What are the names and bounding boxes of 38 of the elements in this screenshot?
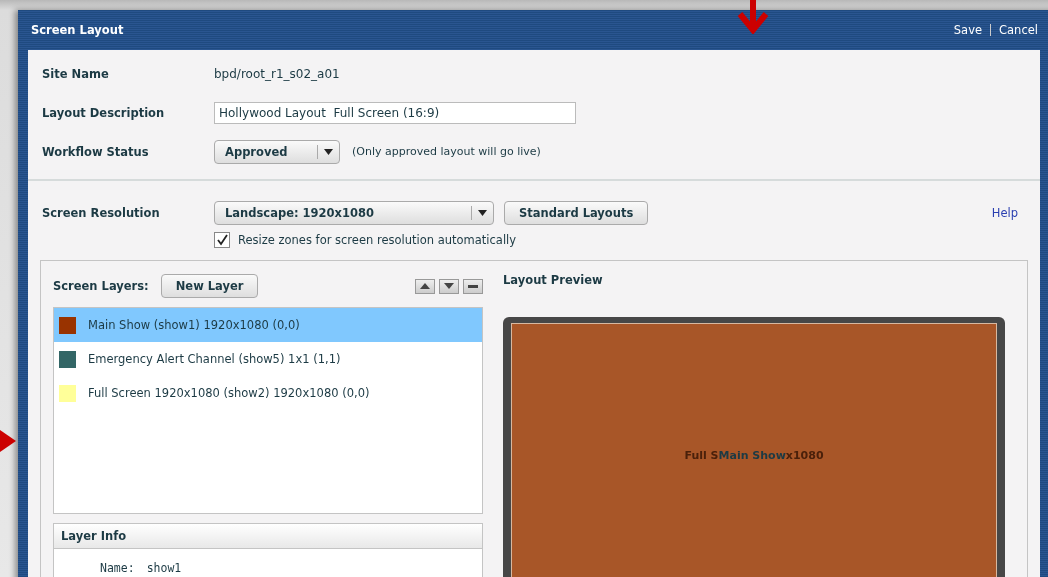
checkbox-label: Resize zones for screen resolution automatically <box>238 233 517 247</box>
window-title: Screen Layout <box>31 23 124 37</box>
name-value: show1 <box>146 561 182 575</box>
field-label: Layout Description <box>42 105 166 120</box>
caret-icon <box>324 148 333 155</box>
layer-label: Full Screen 1920x1080 (show2) 1920x1080 (0,0) <box>88 386 370 400</box>
layer-label: Emergency Alert Channel (show5) 1x1 (1,1) <box>88 352 341 366</box>
move-up-icon[interactable] <box>415 278 435 294</box>
field-label: Name: <box>100 561 135 575</box>
layers-label: Screen Layers: <box>53 279 149 293</box>
zone-label: Main Show <box>718 449 786 463</box>
help-link[interactable]: Help <box>991 205 1018 220</box>
caret-icon <box>478 209 487 216</box>
zone-label: Full S <box>684 449 719 463</box>
field-label: Workflow Status <box>42 144 150 159</box>
site-name-value: bpd/root_r1_s02_a01 <box>214 66 340 81</box>
zone-label: x1080 <box>785 449 824 463</box>
down-arrow-icon <box>736 0 770 34</box>
standard-layouts-button[interactable]: Standard Layouts <box>504 200 649 225</box>
description-input-field[interactable]: Hollywood Layout Full Screen (16:9) <box>214 101 576 124</box>
layer-item[interactable]: Main Show (show1) 1920x1080 (0,0) <box>54 308 482 342</box>
preview-title: Layout Preview <box>503 273 604 289</box>
move-down-icon[interactable] <box>439 278 459 294</box>
layer-item[interactable]: Emergency Alert Channel (show5) 1x1 (1,1) <box>54 342 482 376</box>
field-label: Screen Resolution <box>42 205 161 220</box>
layer-info-header: Layer Info <box>54 524 482 549</box>
new-layer-button[interactable]: New Layer <box>160 274 259 298</box>
field-label: Site Name <box>42 66 110 81</box>
layer-label: Main Show (show1) 1920x1080 (0,0) <box>88 318 300 332</box>
layer-item[interactable]: Full Screen 1920x1080 (show2) 1920x1080 (0,0) <box>54 376 482 410</box>
resolution-dropdown[interactable]: Landscape: 1920x1080 <box>214 200 494 225</box>
title-action-link[interactable]: Cancel <box>999 23 1038 37</box>
right-arrow-icon <box>0 430 16 452</box>
status-note: (Only approved layout will go live) <box>352 145 541 158</box>
remove-icon[interactable] <box>463 278 483 294</box>
checkbox[interactable] <box>214 232 230 248</box>
title-action-link[interactable]: Save <box>953 23 983 37</box>
status-dropdown[interactable]: Approved <box>214 139 340 164</box>
